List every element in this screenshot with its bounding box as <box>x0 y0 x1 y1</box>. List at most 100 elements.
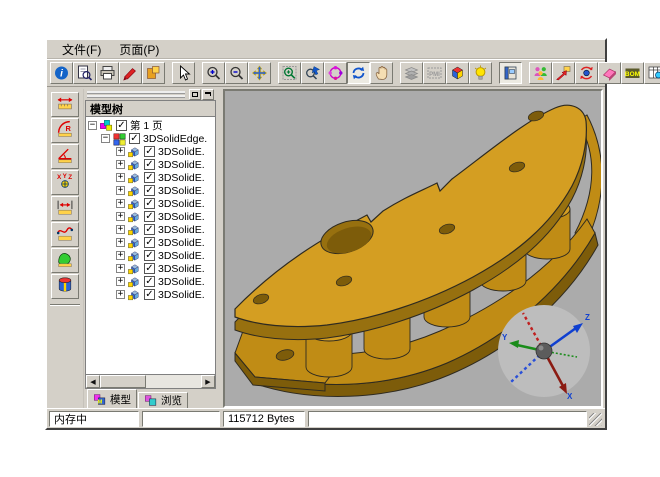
measure-volume-button[interactable] <box>51 274 79 299</box>
info-button[interactable]: i <box>50 62 73 84</box>
panel-hide-button[interactable] <box>202 89 214 100</box>
tree-hscrollbar[interactable]: ◀ ▶ <box>86 374 215 388</box>
tree-item-part[interactable]: +✓3DSolidE. <box>88 262 215 275</box>
checkbox[interactable]: ✓ <box>144 159 155 170</box>
expand-icon[interactable]: + <box>116 225 125 234</box>
eraser-button[interactable] <box>598 62 621 84</box>
scroll-left-button[interactable]: ◀ <box>86 375 100 388</box>
measure-coordinate-button[interactable]: XYZ <box>51 170 79 195</box>
print-preview-button[interactable] <box>73 62 96 84</box>
panel-gripper[interactable] <box>85 89 216 100</box>
axis-z-label: Z <box>585 313 590 322</box>
expand-icon[interactable]: + <box>116 238 125 247</box>
checkbox[interactable]: ✓ <box>144 198 155 209</box>
tree-item-part[interactable]: +✓3DSolidE. <box>88 145 215 158</box>
checkbox[interactable]: ✓ <box>144 250 155 261</box>
collapse-icon[interactable]: − <box>101 134 110 143</box>
tab-model[interactable]: M 模型 <box>87 389 137 408</box>
measure-radius-button[interactable]: R <box>51 118 79 143</box>
menu-file[interactable]: 文件(F) <box>53 39 110 60</box>
animate-button[interactable] <box>575 62 598 84</box>
menu-page[interactable]: 页面(P) <box>110 39 168 60</box>
collapse-icon[interactable]: − <box>88 121 97 130</box>
checkbox[interactable]: ✓ <box>144 224 155 235</box>
rotate-button[interactable] <box>347 62 370 84</box>
tree-item-part[interactable]: +✓3DSolidE. <box>88 288 215 301</box>
expand-icon[interactable]: + <box>116 147 125 156</box>
pan-cross-button[interactable] <box>248 62 271 84</box>
checkbox[interactable]: ✓ <box>116 120 127 131</box>
scroll-right-button[interactable]: ▶ <box>201 375 215 388</box>
measure-gap-button[interactable] <box>51 196 79 221</box>
tree-item-label: 3DSolidE. <box>158 198 205 210</box>
tree-item-part[interactable]: + ✓3DSolidE. <box>88 158 215 171</box>
checkbox[interactable]: ✓ <box>144 146 155 157</box>
expand-icon[interactable]: + <box>116 264 125 273</box>
scroll-track[interactable] <box>100 375 201 388</box>
markup-pen-button[interactable] <box>119 62 142 84</box>
table-view-icon <box>647 65 660 81</box>
zoom-out-button[interactable] <box>225 62 248 84</box>
tree-item-part[interactable]: +✓3DSolidE. <box>88 275 215 288</box>
window-body: RXYZ 模型树 − ✓ 第 1 页 − <box>47 87 605 408</box>
tree-item-part[interactable]: + ✓3DSolidE. <box>88 197 215 210</box>
checkbox[interactable]: ✓ <box>144 289 155 300</box>
expand-icon[interactable]: + <box>116 251 125 260</box>
tree-item-part[interactable]: +✓3DSolidE. <box>88 184 215 197</box>
tree-item-label: 3DSolidE. <box>158 159 205 171</box>
tree-item-label: 3DSolidE. <box>158 224 205 236</box>
expand-icon[interactable]: + <box>116 212 125 221</box>
expand-icon[interactable]: + <box>116 277 125 286</box>
zoom-in-button[interactable] <box>202 62 225 84</box>
explode-icon <box>555 65 572 81</box>
measure-curve-button[interactable] <box>51 222 79 247</box>
tree-item-assembly[interactable]: − ✓ 3DSolidEdge. <box>88 132 215 145</box>
expand-icon[interactable]: + <box>116 186 125 195</box>
part-icon <box>127 288 142 302</box>
scroll-thumb[interactable] <box>100 375 146 388</box>
measure-distance-button[interactable] <box>51 92 79 117</box>
bom-button[interactable]: BOM <box>621 62 644 84</box>
assembly-people-button[interactable] <box>529 62 552 84</box>
viewport-3d[interactable]: Z X Y <box>223 89 603 408</box>
checkbox[interactable]: ✓ <box>129 133 140 144</box>
zoom-dynamic-button[interactable] <box>301 62 324 84</box>
checkbox[interactable]: ✓ <box>144 211 155 222</box>
table-view-button[interactable] <box>644 62 660 84</box>
expand-icon[interactable]: + <box>116 160 125 169</box>
checkbox[interactable]: ✓ <box>144 172 155 183</box>
notebook-button[interactable] <box>499 62 522 84</box>
checkbox[interactable]: ✓ <box>144 185 155 196</box>
measure-angle-button[interactable] <box>51 144 79 169</box>
print-button[interactable] <box>96 62 119 84</box>
color-doc-button[interactable] <box>142 62 165 84</box>
checkbox[interactable]: ✓ <box>144 276 155 287</box>
tree-item-part[interactable]: +✓3DSolidE. <box>88 249 215 262</box>
views-cube-button[interactable] <box>446 62 469 84</box>
select-cursor-button[interactable] <box>172 62 195 84</box>
checkbox[interactable]: ✓ <box>144 263 155 274</box>
tree-item-part[interactable]: + ✓3DSolidE. <box>88 171 215 184</box>
expand-icon[interactable]: + <box>116 173 125 182</box>
hand-pan-button[interactable] <box>370 62 393 84</box>
panel-float-button[interactable] <box>189 89 201 100</box>
expand-icon[interactable]: + <box>116 290 125 299</box>
checkbox[interactable]: ✓ <box>144 237 155 248</box>
tree-item-part[interactable]: + ✓3DSolidE. <box>88 223 215 236</box>
resize-grip[interactable] <box>589 413 602 426</box>
panel-splitter[interactable] <box>216 89 223 408</box>
orientation-triad[interactable]: Z X Y <box>497 304 593 400</box>
expand-icon[interactable]: + <box>116 199 125 208</box>
part-icon <box>127 171 142 185</box>
tab-browse[interactable]: 浏览 <box>138 392 188 408</box>
page-icon <box>99 119 114 133</box>
explode-button[interactable] <box>552 62 575 84</box>
zoom-window-button[interactable] <box>278 62 301 84</box>
light-button[interactable] <box>469 62 492 84</box>
measure-area-button[interactable] <box>51 248 79 273</box>
tree-item-label: 3DSolidE. <box>158 172 205 184</box>
tree-item-page[interactable]: − ✓ 第 1 页 <box>88 119 215 132</box>
tree-item-part[interactable]: +✓3DSolidE. <box>88 236 215 249</box>
tree-item-part[interactable]: +✓3DSolidE. <box>88 210 215 223</box>
orbit-button[interactable] <box>324 62 347 84</box>
